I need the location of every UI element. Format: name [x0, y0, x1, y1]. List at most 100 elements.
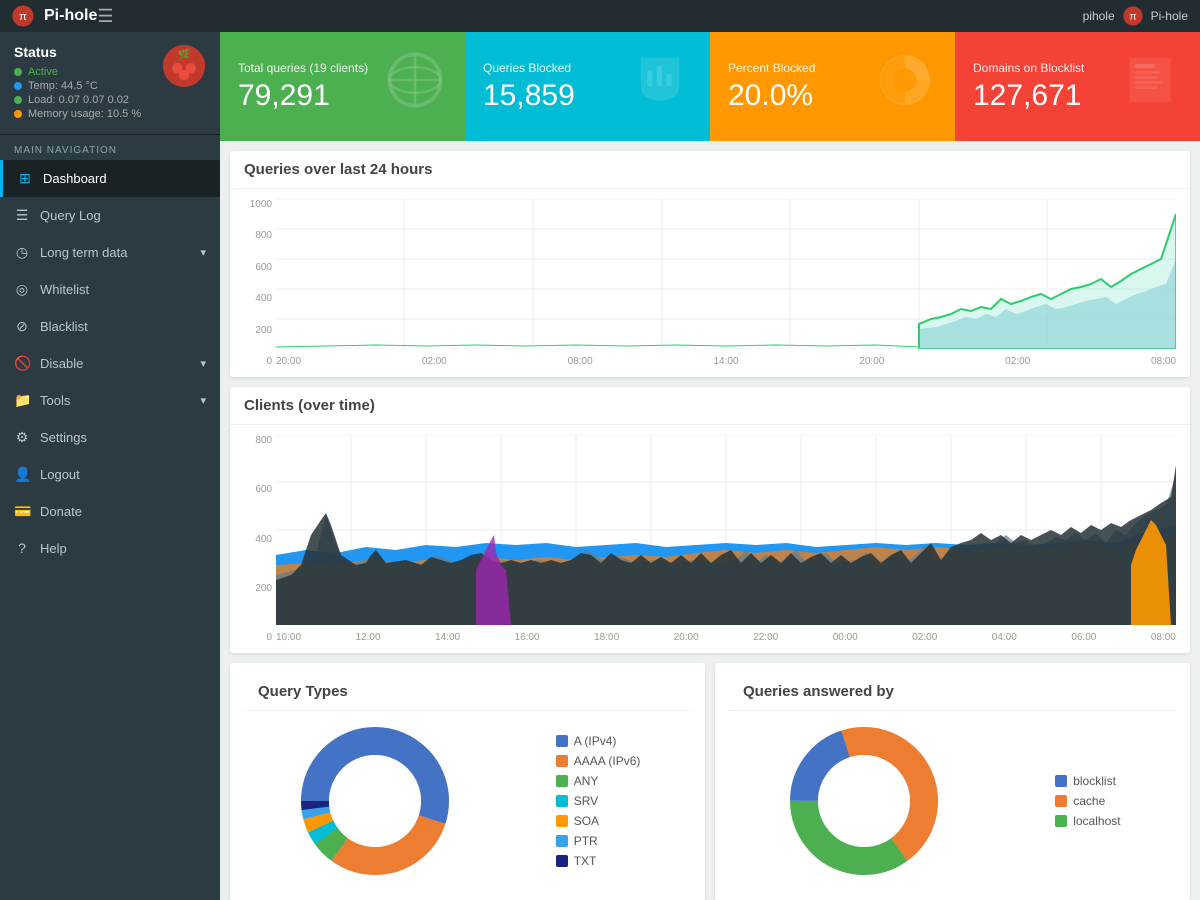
queries-blocked-icon — [628, 48, 692, 125]
bottom-panels: Query Types — [230, 663, 1190, 900]
clients-y-axis: 8006004002000 — [244, 435, 276, 643]
status-active-label: Active — [28, 66, 58, 78]
queries-answered-donut — [784, 721, 944, 881]
nav-label: MAIN NAVIGATION — [0, 135, 220, 160]
status-memory-label: Memory usage: 10.5 % — [28, 108, 141, 120]
memory-dot — [14, 110, 22, 118]
queries-chart-title: Queries over last 24 hours — [230, 151, 1190, 189]
legend-ipv4: A (IPv4) — [556, 734, 641, 748]
nav-tools[interactable]: 📁 Tools ▾ — [0, 382, 220, 419]
hamburger-icon[interactable]: ☰ — [97, 6, 113, 27]
nav-disable-label: Disable — [40, 356, 83, 371]
query-log-icon: ☰ — [14, 207, 30, 224]
legend-ptr: PTR — [556, 834, 641, 848]
disable-arrow: ▾ — [200, 357, 206, 370]
main-nav: ⊞ Dashboard ☰ Query Log ◷ Long term data… — [0, 160, 220, 566]
queries-answered-content: blocklist cache localhost — [729, 711, 1176, 891]
legend-cache-label: cache — [1073, 794, 1105, 808]
legend-blocklist-dot — [1055, 775, 1067, 787]
pihole-logo-icon: π — [12, 5, 34, 27]
queries-answered-legend: blocklist cache localhost — [1055, 774, 1120, 828]
svg-text:π: π — [1129, 12, 1136, 23]
legend-txt: TXT — [556, 854, 641, 868]
queries-y-axis: 10008006004002000 — [244, 199, 276, 367]
legend-cache: cache — [1055, 794, 1120, 808]
status-load-label: Load: 0.07 0.07 0.02 — [28, 94, 129, 106]
legend-blocklist-label: blocklist — [1073, 774, 1116, 788]
legend-cache-dot — [1055, 795, 1067, 807]
total-queries-icon — [383, 48, 447, 125]
domains-blocklist-value: 127,671 — [973, 79, 1084, 113]
status-memory: Memory usage: 10.5 % — [14, 108, 141, 120]
long-term-arrow: ▾ — [200, 246, 206, 259]
tools-icon: 📁 — [14, 392, 30, 409]
legend-blocklist: blocklist — [1055, 774, 1120, 788]
clients-chart-svg — [276, 435, 1176, 625]
status-temp-label: Temp: 44.5 °C — [28, 80, 98, 92]
clients-chart-panel: Clients (over time) 8006004002000 — [230, 387, 1190, 653]
temp-dot — [14, 82, 22, 90]
nav-settings[interactable]: ⚙ Settings — [0, 419, 220, 456]
legend-soa-label: SOA — [574, 814, 599, 828]
clients-x-axis: 10:0012:0014:0016:0018:0020:0022:0000:00… — [276, 630, 1176, 643]
legend-txt-label: TXT — [574, 854, 597, 868]
queries-chart-svg — [276, 199, 1176, 349]
top-navbar: π Pi-hole ☰ pihole π Pi-hole — [0, 0, 1200, 32]
nav-donate[interactable]: 💳 Donate — [0, 493, 220, 530]
clients-chart-title: Clients (over time) — [230, 387, 1190, 425]
nav-donate-label: Donate — [40, 504, 82, 519]
query-types-legend: A (IPv4) AAAA (IPv6) ANY SRV — [556, 734, 641, 868]
query-types-donut — [295, 721, 455, 881]
nav-query-log-label: Query Log — [40, 208, 101, 223]
active-dot — [14, 68, 22, 76]
nav-help[interactable]: ? Help — [0, 530, 220, 566]
legend-localhost: localhost — [1055, 814, 1120, 828]
raspberry-logo: 🌿 — [162, 44, 206, 88]
dashboard-icon: ⊞ — [17, 170, 33, 187]
status-load: Load: 0.07 0.07 0.02 — [14, 94, 141, 106]
legend-localhost-dot — [1055, 815, 1067, 827]
legend-ipv4-label: A (IPv4) — [574, 734, 617, 748]
load-dot — [14, 96, 22, 104]
legend-any: ANY — [556, 774, 641, 788]
legend-ipv6-dot — [556, 755, 568, 767]
legend-ptr-dot — [556, 835, 568, 847]
sidebar-status: Status Active Temp: 44.5 °C Load: 0.07 0… — [0, 32, 220, 135]
stat-percent-blocked: Percent Blocked 20.0% — [710, 32, 955, 141]
nav-long-term[interactable]: ◷ Long term data ▾ — [0, 234, 220, 271]
nav-blacklist-label: Blacklist — [40, 319, 88, 334]
nav-whitelist[interactable]: ◎ Whitelist — [0, 271, 220, 308]
legend-any-dot — [556, 775, 568, 787]
stat-total-queries: Total queries (19 clients) 79,291 — [220, 32, 465, 141]
legend-srv-label: SRV — [574, 794, 598, 808]
legend-srv-dot — [556, 795, 568, 807]
long-term-icon: ◷ — [14, 244, 30, 261]
nav-logout[interactable]: 👤 Logout — [0, 456, 220, 493]
nav-dashboard[interactable]: ⊞ Dashboard — [0, 160, 220, 197]
query-types-content: A (IPv4) AAAA (IPv6) ANY SRV — [244, 711, 691, 891]
whitelist-icon: ◎ — [14, 281, 30, 298]
legend-soa-dot — [556, 815, 568, 827]
status-title: Status — [14, 44, 141, 60]
nav-long-term-label: Long term data — [40, 245, 127, 260]
nav-tools-label: Tools — [40, 393, 70, 408]
queries-chart-body: 10008006004002000 — [230, 189, 1190, 377]
queries-blocked-value: 15,859 — [483, 79, 575, 113]
nav-disable[interactable]: 🚫 Disable ▾ — [0, 345, 220, 382]
nav-query-log[interactable]: ☰ Query Log — [0, 197, 220, 234]
sidebar: Status Active Temp: 44.5 °C Load: 0.07 0… — [0, 32, 220, 900]
brand-name: Pi-hole — [44, 7, 97, 25]
status-active: Active — [14, 66, 141, 78]
help-icon: ? — [14, 540, 30, 556]
stat-queries-blocked: Queries Blocked 15,859 — [465, 32, 710, 141]
donate-icon: 💳 — [14, 503, 30, 520]
total-queries-value: 79,291 — [238, 79, 368, 113]
nav-blacklist[interactable]: ⊘ Blacklist — [0, 308, 220, 345]
total-queries-label: Total queries (19 clients) — [238, 61, 368, 75]
tools-arrow: ▾ — [200, 394, 206, 407]
nav-settings-label: Settings — [40, 430, 87, 445]
clients-chart-body: 8006004002000 — [230, 425, 1190, 653]
legend-ptr-label: PTR — [574, 834, 598, 848]
topbar-brand-right: Pi-hole — [1151, 9, 1188, 23]
main-content: Total queries (19 clients) 79,291 Querie… — [220, 32, 1200, 900]
